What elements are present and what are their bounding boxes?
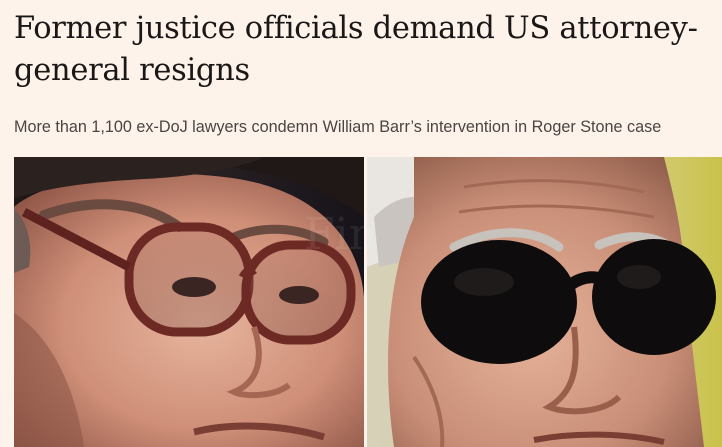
svg-text:Fin: Fin [304, 209, 377, 260]
article-lead-image[interactable]: Fin [14, 157, 722, 447]
left-photo [14, 157, 364, 447]
right-photo [367, 157, 722, 447]
article-headline[interactable]: Former justice officials demand US attor… [14, 8, 714, 92]
article-standfirst: More than 1,100 ex-DoJ lawyers condemn W… [14, 118, 662, 136]
